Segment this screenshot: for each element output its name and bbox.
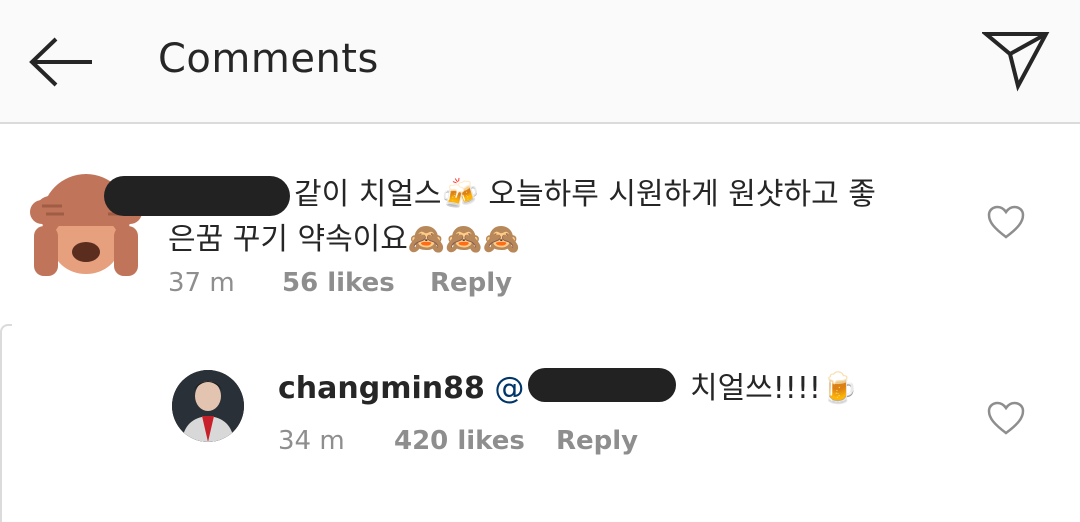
send-icon[interactable]: [980, 28, 1052, 92]
mention-prefix: @: [494, 371, 525, 406]
back-arrow-icon[interactable]: [28, 34, 98, 90]
comment-time: 37 m: [168, 268, 235, 298]
thread-line: [0, 324, 12, 522]
reply-message: 치얼쓰!!!!🍺: [689, 371, 859, 406]
reply-text: changmin88 @ 치얼쓰!!!!🍺: [278, 366, 918, 411]
heart-icon[interactable]: [986, 204, 1026, 240]
page-title: Comments: [158, 36, 379, 82]
comment-meta: 37 m: [168, 268, 235, 298]
avatar[interactable]: [172, 370, 244, 442]
heart-icon[interactable]: [986, 400, 1026, 436]
header-bar: Comments: [0, 0, 1080, 124]
comment-line-2: 은꿈 꾸기 약속이요🙈🙈🙈: [168, 222, 520, 257]
comment-text: 같이 치얼스🍻 오늘하루 시원하게 원샷하고 좋 은꿈 꾸기 약속이요🙈🙈🙈: [168, 172, 948, 262]
redacted-mention: [528, 367, 677, 402]
reply-username[interactable]: changmin88: [278, 371, 485, 406]
reply-mention[interactable]: @: [494, 367, 680, 406]
reply-time: 34 m: [278, 426, 345, 456]
reply-likes[interactable]: 420 likes: [394, 426, 525, 456]
comment-likes[interactable]: 56 likes: [282, 268, 395, 298]
comment-line-1: 같이 치얼스🍻 오늘하루 시원하게 원샷하고 좋: [294, 177, 876, 212]
reply-reply-button[interactable]: Reply: [556, 426, 638, 456]
comment-reply-button[interactable]: Reply: [430, 268, 512, 298]
